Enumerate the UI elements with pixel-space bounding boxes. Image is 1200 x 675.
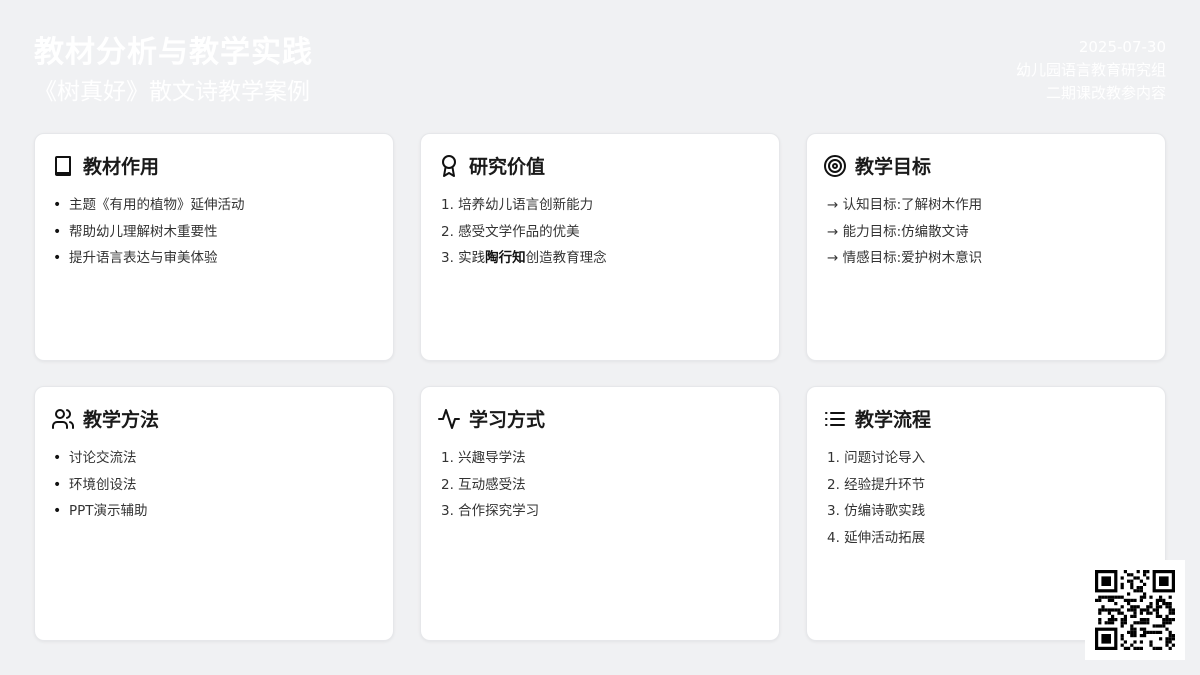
page-title: 教材分析与教学实践 — [34, 35, 313, 70]
card-title: 教学方法 — [83, 409, 160, 431]
card-list: 1. 兴趣导学法 2. 互动感受法 3. 合作探究学习 — [441, 445, 539, 525]
header: 教材分析与教学实践 《树真好》散文诗教学案例 — [34, 34, 313, 108]
list-item: → 情感目标:爱护树木意识 — [827, 250, 983, 266]
list-item: → 能力目标:仿编散文诗 — [827, 223, 969, 240]
list-icon — [825, 411, 845, 426]
target-icon — [824, 154, 846, 177]
list-item: 4. 延伸活动拓展 — [827, 529, 926, 546]
list-item: 主题《有用的植物》延伸活动 — [55, 192, 245, 219]
qr-code — [1085, 560, 1185, 660]
card-header: 教学目标 — [823, 152, 931, 179]
item-prefix: 3. 实践 — [441, 250, 486, 266]
list-item: 提升语言表达与审美体验 — [55, 245, 245, 272]
page-subtitle: 《树真好》散文诗教学案例 — [34, 79, 310, 105]
list-item: 帮助幼儿理解树木重要性 — [55, 219, 245, 246]
list-item: 1. 培养幼儿语言创新能力 — [441, 197, 594, 213]
award-icon — [442, 154, 456, 177]
item-suffix: 创造教育理念 — [525, 250, 607, 266]
card-header: 学习方式 — [437, 405, 545, 432]
card-list: 1. 问题讨论导入 2. 经验提升环节 3. 仿编诗歌实践 4. 延伸活动拓展 — [827, 445, 925, 551]
list-item: 讨论交流法 — [55, 445, 148, 472]
group-label: 幼儿园语言教育研究组 — [1015, 61, 1166, 79]
book-icon — [55, 155, 71, 176]
item-emphasis: 陶行知 — [485, 250, 526, 266]
list-item: → 认知目标:了解树木作用 — [827, 197, 983, 213]
card-title: 教学目标 — [855, 156, 932, 178]
card-title: 学习方式 — [469, 409, 546, 431]
list-item: 2. 经验提升环节 — [827, 476, 926, 493]
list-item: 3. 合作探究学习 — [441, 503, 540, 519]
users-icon — [52, 408, 74, 429]
qr-code-icon — [1095, 570, 1175, 650]
card-list: 1. 培养幼儿语言创新能力 2. 感受文学作品的优美 3. 实践陶行知创造教育理… — [441, 192, 607, 272]
card-material-role: 教材作用 主题《有用的植物》延伸活动 帮助幼儿理解树木重要性 提升语言表达与审美… — [34, 133, 394, 361]
card-title: 教材作用 — [83, 156, 160, 178]
card-research-value: 研究价值 1. 培养幼儿语言创新能力 2. 感受文学作品的优美 3. 实践陶行知… — [420, 133, 780, 361]
slide: 教材分析与教学实践 《树真好》散文诗教学案例 2025-07-30 幼儿园语言教… — [0, 0, 1200, 675]
card-header: 研究价值 — [437, 152, 545, 179]
card-list: → 认知目标:了解树木作用 → 能力目标:仿编散文诗 → 情感目标:爱护树木意识 — [827, 192, 982, 272]
list-item: PPT演示辅助 — [55, 498, 148, 525]
source-label: 二期课改教参内容 — [1045, 84, 1166, 102]
card-title: 教学流程 — [855, 409, 932, 431]
activity-icon — [438, 408, 460, 429]
card-header: 教学流程 — [823, 405, 931, 432]
card-teaching-methods: 教学方法 讨论交流法 环境创设法 PPT演示辅助 — [34, 386, 394, 641]
card-title: 研究价值 — [469, 156, 546, 178]
list-item: 3. 实践陶行知创造教育理念 — [441, 245, 607, 272]
list-item: 2. 感受文学作品的优美 — [441, 223, 580, 240]
card-header: 教材作用 — [51, 152, 159, 179]
list-item: 2. 互动感受法 — [441, 476, 526, 493]
meta-info: 2025-07-30 幼儿园语言教育研究组 二期课改教参内容 — [1016, 36, 1166, 105]
list-item: 3. 仿编诗歌实践 — [827, 503, 926, 519]
card-list: 讨论交流法 环境创设法 PPT演示辅助 — [55, 445, 148, 525]
list-item: 1. 兴趣导学法 — [441, 450, 526, 466]
card-header: 教学方法 — [51, 405, 159, 432]
card-teaching-goals: 教学目标 → 认知目标:了解树木作用 → 能力目标:仿编散文诗 → 情感目标:爱… — [806, 133, 1166, 361]
date-label: 2025-07-30 — [1078, 38, 1166, 56]
list-item: 1. 问题讨论导入 — [827, 450, 926, 466]
list-item: 环境创设法 — [55, 472, 148, 499]
card-learning-styles: 学习方式 1. 兴趣导学法 2. 互动感受法 3. 合作探究学习 — [420, 386, 780, 641]
card-list: 主题《有用的植物》延伸活动 帮助幼儿理解树木重要性 提升语言表达与审美体验 — [55, 192, 245, 272]
